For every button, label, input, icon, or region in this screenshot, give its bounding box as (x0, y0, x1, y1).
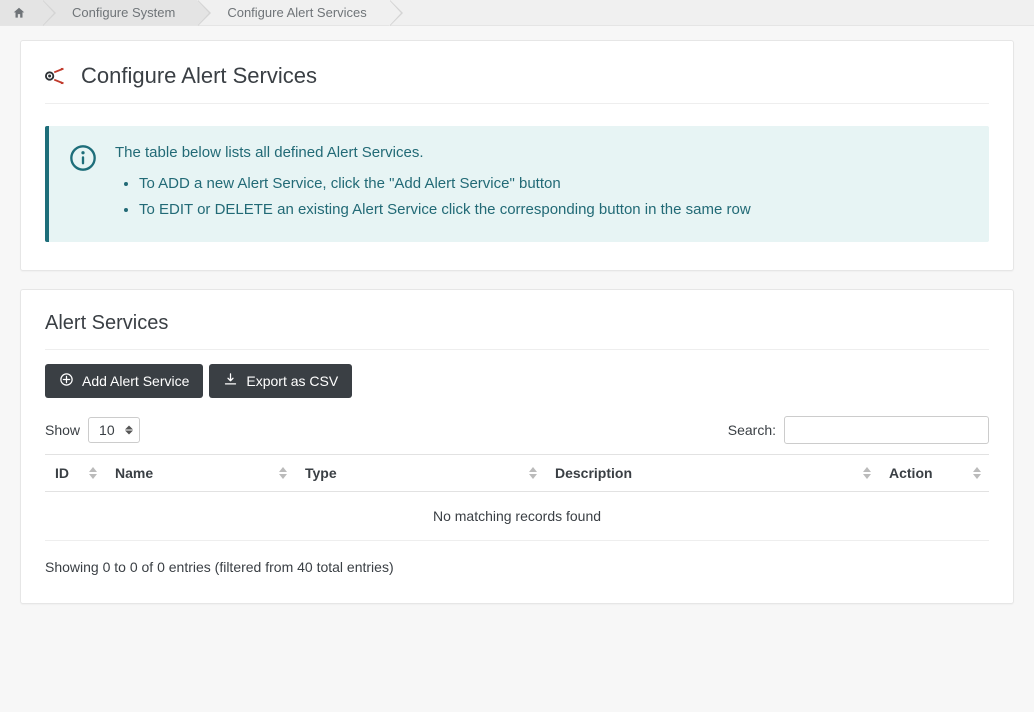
select-caret-icon (125, 426, 133, 435)
col-header-name[interactable]: Name (105, 455, 295, 492)
home-icon (12, 6, 26, 20)
info-bullet: To ADD a new Alert Service, click the "A… (139, 171, 751, 197)
info-callout-text: The table below lists all defined Alert … (115, 144, 751, 222)
alert-services-table: ID Name Type Description Action No match… (45, 454, 989, 541)
page-length-select[interactable]: 10 (88, 417, 140, 443)
info-intro: The table below lists all defined Alert … (115, 144, 751, 161)
datatable-info: Showing 0 to 0 of 0 entries (filtered fr… (45, 559, 989, 575)
page-title: Configure Alert Services (81, 63, 317, 89)
page-length-value: 10 (99, 422, 115, 438)
sort-icon (973, 467, 981, 479)
add-alert-service-button[interactable]: Add Alert Service (45, 364, 203, 398)
breadcrumb-configure-alert-services[interactable]: Configure Alert Services (197, 0, 388, 25)
sort-icon (863, 467, 871, 479)
sort-icon (529, 467, 537, 479)
col-header-description[interactable]: Description (545, 455, 879, 492)
info-icon (69, 144, 97, 222)
info-bullet: To EDIT or DELETE an existing Alert Serv… (139, 197, 751, 223)
breadcrumb-home[interactable] (0, 0, 42, 25)
export-button-label: Export as CSV (246, 373, 338, 389)
sort-icon (89, 467, 97, 479)
col-header-id[interactable]: ID (45, 455, 105, 492)
page-header-panel: Configure Alert Services The table below… (20, 40, 1014, 271)
search-label: Search: (728, 422, 776, 438)
breadcrumb: Configure System Configure Alert Service… (0, 0, 1034, 26)
export-csv-button[interactable]: Export as CSV (209, 364, 352, 398)
search-input[interactable] (784, 416, 989, 444)
col-header-action[interactable]: Action (879, 455, 989, 492)
sort-icon (279, 467, 287, 479)
alert-services-panel: Alert Services Add Alert Service Export … (20, 289, 1014, 604)
add-button-label: Add Alert Service (82, 373, 189, 389)
breadcrumb-label: Configure System (72, 5, 175, 20)
plus-circle-icon (59, 372, 74, 390)
breadcrumb-label: Configure Alert Services (227, 5, 366, 20)
info-callout: The table below lists all defined Alert … (45, 126, 989, 242)
breadcrumb-configure-system[interactable]: Configure System (42, 0, 197, 25)
page-title-row: Configure Alert Services (45, 63, 989, 104)
empty-message: No matching records found (45, 492, 989, 541)
download-icon (223, 372, 238, 390)
col-header-type[interactable]: Type (295, 455, 545, 492)
alert-config-icon (45, 66, 69, 86)
section-title: Alert Services (45, 312, 989, 350)
table-empty-row: No matching records found (45, 492, 989, 541)
show-label: Show (45, 422, 80, 438)
